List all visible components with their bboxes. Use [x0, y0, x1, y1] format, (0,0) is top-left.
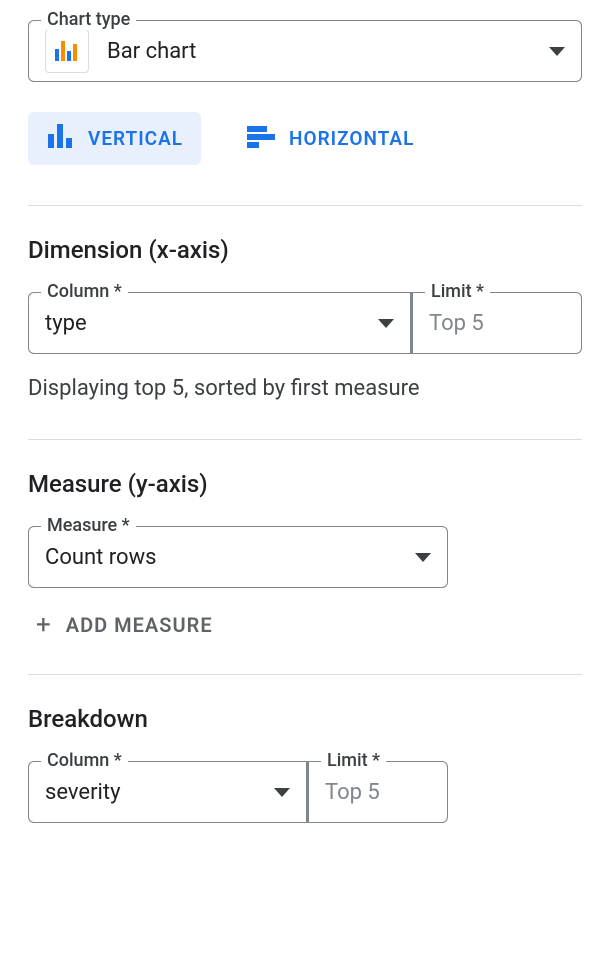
divider	[28, 205, 582, 206]
measure-section-title: Measure (y-axis)	[28, 470, 582, 498]
vertical-bars-icon	[46, 124, 74, 153]
dimension-info-text: Displaying top 5, sorted by first measur…	[28, 376, 582, 401]
chart-type-legend: Chart type	[41, 9, 136, 30]
chart-type-value: Bar chart	[107, 39, 549, 64]
breakdown-section-title: Breakdown	[28, 705, 582, 733]
breakdown-limit-input[interactable]: Limit * Top 5	[308, 761, 448, 823]
dimension-column-legend: Column *	[41, 281, 128, 302]
dimension-section-title: Dimension (x-axis)	[28, 236, 582, 264]
dimension-limit-value: Top 5	[429, 311, 565, 336]
horizontal-bars-icon	[247, 124, 275, 153]
dimension-column-select[interactable]: Column * type	[28, 292, 410, 354]
chart-type-select[interactable]: Chart type Bar chart	[28, 20, 582, 82]
measure-legend: Measure *	[41, 515, 136, 536]
chevron-down-icon	[274, 788, 290, 797]
chevron-down-icon	[378, 319, 394, 328]
add-measure-label: ADD MEASURE	[66, 613, 213, 637]
breakdown-column-value: severity	[45, 780, 274, 805]
breakdown-column-select[interactable]: Column * severity	[28, 761, 306, 823]
dimension-limit-legend: Limit *	[425, 281, 490, 302]
add-measure-button[interactable]: + ADD MEASURE	[36, 612, 213, 638]
bar-chart-icon	[45, 29, 89, 73]
breakdown-limit-legend: Limit *	[321, 750, 386, 771]
measure-value: Count rows	[45, 545, 415, 570]
measure-select[interactable]: Measure * Count rows	[28, 526, 448, 588]
orientation-vertical-label: VERTICAL	[88, 127, 183, 150]
dimension-column-value: type	[45, 311, 378, 336]
breakdown-column-legend: Column *	[41, 750, 128, 771]
chevron-down-icon	[549, 47, 565, 56]
plus-icon: +	[36, 612, 52, 638]
divider	[28, 674, 582, 675]
breakdown-limit-value: Top 5	[325, 780, 431, 805]
orientation-horizontal-tab[interactable]: HORIZONTAL	[229, 112, 432, 165]
dimension-limit-input[interactable]: Limit * Top 5	[412, 292, 582, 354]
orientation-vertical-tab[interactable]: VERTICAL	[28, 112, 201, 165]
orientation-horizontal-label: HORIZONTAL	[289, 127, 414, 150]
chevron-down-icon	[415, 553, 431, 562]
divider	[28, 439, 582, 440]
